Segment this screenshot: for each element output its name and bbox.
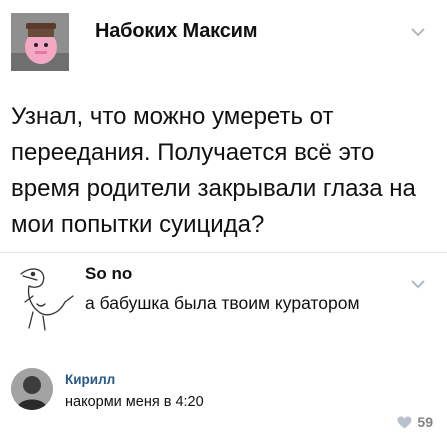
chevron-down-icon[interactable] bbox=[411, 27, 425, 37]
post-text: Узнал, что можно умереть от переедания. … bbox=[11, 103, 416, 238]
post-author-avatar[interactable] bbox=[11, 13, 69, 71]
comment-author-name[interactable]: So no bbox=[85, 264, 132, 284]
post-author-name[interactable]: Набоких Максим bbox=[95, 20, 258, 43]
like-button[interactable]: 59 bbox=[397, 414, 433, 430]
comment-text: а бабушка была твоим куратором bbox=[85, 293, 360, 313]
like-icon bbox=[397, 416, 412, 428]
avatar-image bbox=[11, 13, 69, 71]
comment-text: накорми меня в 4:20 bbox=[65, 394, 204, 410]
dinosaur-sketch-avatar bbox=[20, 268, 74, 331]
comment-author-name[interactable]: Кирилл bbox=[65, 372, 115, 387]
like-count: 59 bbox=[417, 414, 433, 430]
chevron-down-icon[interactable] bbox=[411, 279, 425, 289]
comment-avatar[interactable] bbox=[3, 262, 77, 336]
avatar-image bbox=[11, 368, 53, 410]
divider bbox=[0, 252, 447, 253]
comment-avatar[interactable] bbox=[11, 368, 53, 410]
